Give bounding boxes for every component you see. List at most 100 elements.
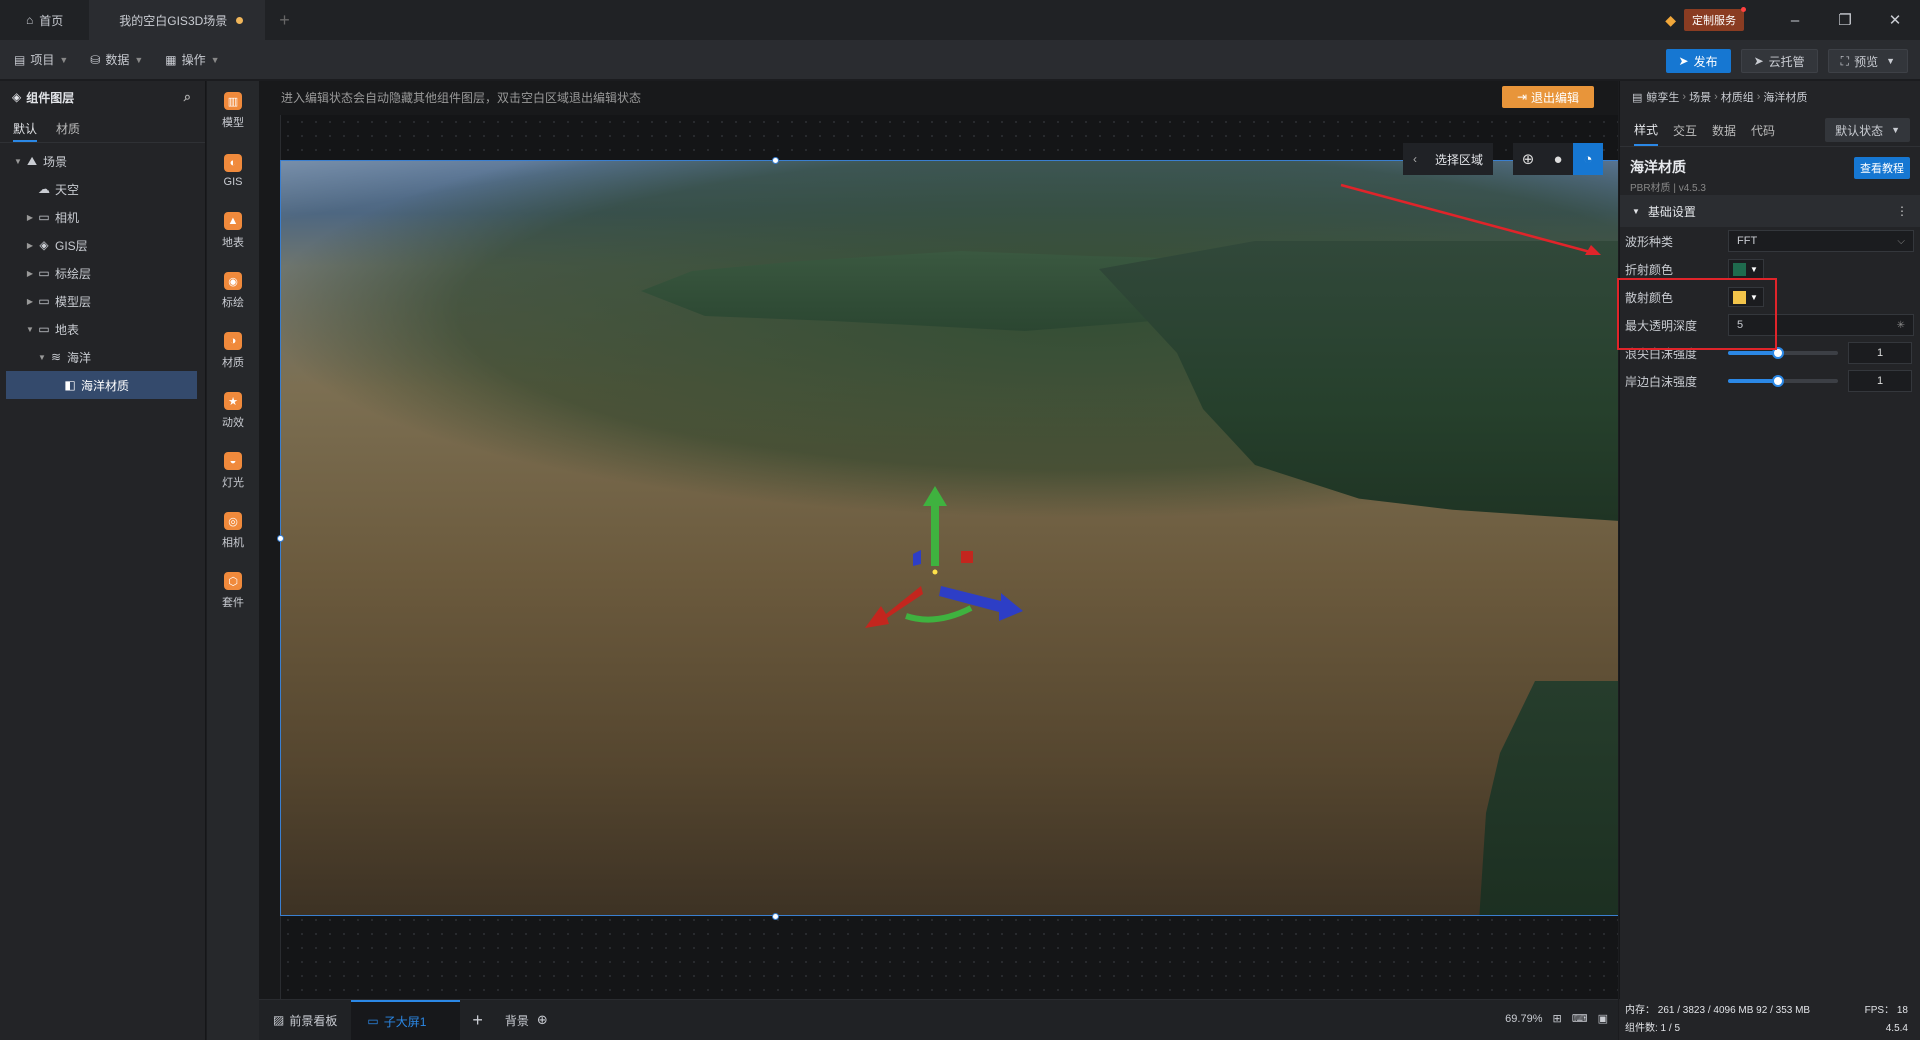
tab-default[interactable]: 默认 bbox=[13, 113, 38, 142]
tool-label: 地表 bbox=[222, 237, 244, 249]
tree-item-label: 相机 bbox=[55, 210, 80, 225]
caret-down-icon[interactable]: ▼ bbox=[24, 325, 36, 334]
mountain-island bbox=[1099, 241, 1618, 521]
editor-canvas[interactable]: 进入编辑状态会自动隐藏其他组件图层，双击空白区域退出编辑状态 ⇥ 退出编辑 ‹ … bbox=[259, 81, 1618, 999]
refraction-color-picker[interactable]: ▼ bbox=[1728, 259, 1764, 279]
color-swatch bbox=[1733, 262, 1746, 276]
tree-item[interactable]: ▶ ▭ 标绘层 bbox=[0, 259, 205, 287]
menu-operation[interactable]: ▦ 操作 ▼ bbox=[151, 51, 227, 68]
tree-item[interactable]: ▼ ≋ 海洋 bbox=[0, 343, 205, 371]
tool-kit[interactable]: ⬡ 套件 bbox=[207, 561, 259, 621]
tab-foreground-board[interactable]: ▨ 前景看板 bbox=[259, 1000, 351, 1040]
tree-item[interactable]: ▶ ◈ GIS层 bbox=[0, 231, 205, 259]
tool-material[interactable]: ◑ 材质 bbox=[207, 321, 259, 381]
tool-model[interactable]: ▥ 模型 bbox=[207, 81, 259, 141]
search-icon[interactable]: ⌕ bbox=[184, 89, 191, 105]
tree-item[interactable]: ▼ ▭ 地表 bbox=[0, 315, 205, 343]
tree-item[interactable]: ▼ ⛰ 场景 bbox=[0, 147, 205, 175]
minimize-icon[interactable]: – bbox=[1770, 12, 1820, 29]
chevron-left-icon[interactable]: ‹ bbox=[1413, 152, 1417, 166]
resize-handle-left[interactable] bbox=[277, 535, 284, 542]
select-area-button[interactable]: ‹ 选择区域 bbox=[1403, 143, 1494, 175]
foam-tip-slider[interactable] bbox=[1728, 347, 1838, 359]
foam-shore-input[interactable]: 1 bbox=[1848, 370, 1912, 392]
transform-gizmo[interactable] bbox=[861, 476, 1041, 646]
cloud-button[interactable]: ➤ 云托管 bbox=[1740, 49, 1818, 73]
exit-edit-button[interactable]: ⇥ 退出编辑 bbox=[1502, 86, 1594, 108]
tab-code[interactable]: 代码 bbox=[1751, 114, 1775, 145]
add-screen-icon[interactable]: + bbox=[472, 1010, 483, 1031]
menu-bar: ▤ 项目 ▼ ⛁ 数据 ▼ ▦ 操作 ▼ ➤ 发布 ➤ 云托管 ⛶ 预览 ▼ bbox=[0, 40, 1920, 80]
custom-service-button[interactable]: ◆ 定制服务 bbox=[1665, 7, 1746, 31]
fullscreen-icon: ⛶ bbox=[1840, 53, 1850, 68]
restore-icon[interactable]: ❐ bbox=[1820, 11, 1870, 29]
tool-label: 套件 bbox=[222, 597, 244, 609]
diamond-icon: ◆ bbox=[1665, 11, 1676, 28]
state-select[interactable]: 默认状态 ▼ bbox=[1825, 118, 1910, 142]
keyboard-icon[interactable]: ⌨ bbox=[1572, 1012, 1588, 1025]
breadcrumb-item[interactable]: 材质组 bbox=[1721, 89, 1754, 105]
tree-item[interactable]: ◧ 海洋材质 bbox=[6, 371, 197, 399]
tree-item[interactable]: ▶ ▭ 相机 bbox=[0, 203, 205, 231]
close-icon[interactable]: ✕ bbox=[1870, 11, 1920, 29]
caret-right-icon[interactable]: ▶ bbox=[24, 213, 36, 222]
more-icon[interactable]: ⋮ bbox=[1896, 204, 1908, 218]
tab-home[interactable]: ⌂ 首页 bbox=[0, 0, 89, 40]
new-tab-icon[interactable]: + bbox=[279, 10, 290, 31]
caret-right-icon[interactable]: ▶ bbox=[24, 297, 36, 306]
sphere-icon[interactable]: ● bbox=[1543, 143, 1573, 175]
terminal-icon[interactable]: ▣ bbox=[1598, 1012, 1608, 1025]
zoom-level[interactable]: 69.79% bbox=[1505, 1013, 1542, 1025]
view-controls: ‹ 选择区域 ⊕ ● ◔ bbox=[1403, 143, 1604, 175]
tool-light[interactable]: ◒ 灯光 bbox=[207, 441, 259, 501]
star-icon: ★ bbox=[224, 392, 242, 410]
caret-right-icon[interactable]: ▶ bbox=[24, 269, 36, 278]
tutorial-button[interactable]: 查看教程 bbox=[1854, 157, 1910, 179]
tab-background[interactable]: 背景 ⊕ bbox=[491, 1000, 562, 1040]
light-icon: ◒ bbox=[224, 452, 242, 470]
resize-handle-top[interactable] bbox=[772, 157, 779, 164]
breadcrumb-item[interactable]: 鲸孪生 bbox=[1646, 89, 1679, 105]
wave-type-select[interactable]: FFT ⌵ bbox=[1728, 230, 1914, 252]
fit-screen-icon[interactable]: ⊞ bbox=[1552, 1012, 1561, 1025]
menu-project[interactable]: ▤ 项目 ▼ bbox=[0, 51, 76, 68]
tool-terrain[interactable]: ▲ 地表 bbox=[207, 201, 259, 261]
tool-star[interactable]: ★ 动效 bbox=[207, 381, 259, 441]
tab-material[interactable]: 材质 bbox=[56, 113, 80, 142]
tree-item[interactable]: ▶ ▭ 模型层 bbox=[0, 287, 205, 315]
preview-button[interactable]: ⛶ 预览 ▼ bbox=[1827, 49, 1908, 73]
tab-sub-screen[interactable]: ▭ 子大屏1 bbox=[351, 999, 461, 1040]
version-stat: 4.5.4 bbox=[1885, 1023, 1908, 1034]
add-circle-icon[interactable]: ⊕ bbox=[537, 1012, 548, 1028]
tab-data[interactable]: 数据 bbox=[1712, 114, 1736, 145]
tab-project[interactable]: 我的空白GIS3D场景 bbox=[89, 0, 266, 40]
slider-knob[interactable] bbox=[1771, 375, 1784, 387]
layer-panel: ◈ 组件图层 ⌕ 默认 材质 ▼ ⛰ 场景 ☁ 天空 ▶ ▭ 相机 ▶ ◈ GIS层 ▶ ▭ 标绘层 ▶ ▭ 模… bbox=[0, 81, 206, 1040]
section-basic-settings[interactable]: ▼ 基础设置 ⋮ bbox=[1620, 195, 1920, 227]
globe-icon[interactable]: ⊕ bbox=[1513, 143, 1543, 175]
breadcrumb: ▤ 鲸孪生 › 场景 › 材质组 › 海洋材质 bbox=[1632, 89, 1808, 105]
database-icon: ⛁ bbox=[90, 52, 101, 67]
folder-icon: ▭ bbox=[38, 210, 50, 224]
breadcrumb-item[interactable]: 场景 bbox=[1689, 89, 1711, 105]
foam-shore-slider[interactable] bbox=[1728, 375, 1838, 387]
publish-button[interactable]: ➤ 发布 bbox=[1665, 49, 1731, 73]
tab-style[interactable]: 样式 bbox=[1634, 113, 1659, 146]
pin-icon: ◉ bbox=[224, 272, 242, 290]
tool-camera[interactable]: ◎ 相机 bbox=[207, 501, 259, 561]
status-stats: 内存： 261 / 3823 / 4096 MB 92 / 353 MB FPS… bbox=[1619, 999, 1920, 1040]
tool-pin[interactable]: ◉ 标绘 bbox=[207, 261, 259, 321]
orbit-icon[interactable]: ◔ bbox=[1573, 143, 1604, 175]
screen-tabs-bar: ▨ 前景看板 ▭ 子大屏1 + 背景 ⊕ 69.79% ⊞ ⌨ ▣ bbox=[259, 999, 1618, 1040]
tab-interaction[interactable]: 交互 bbox=[1673, 114, 1697, 145]
tree-item[interactable]: ☁ 天空 bbox=[0, 175, 205, 203]
caret-right-icon[interactable]: ▶ bbox=[24, 241, 36, 250]
menu-data[interactable]: ⛁ 数据 ▼ bbox=[76, 51, 151, 68]
resize-handle-bottom[interactable] bbox=[772, 913, 779, 920]
memory-stat: 内存： 261 / 3823 / 4096 MB 92 / 353 MB bbox=[1625, 1005, 1811, 1016]
tool-label: 相机 bbox=[222, 537, 244, 549]
foam-tip-input[interactable]: 1 bbox=[1848, 342, 1912, 364]
tool-globe[interactable]: ◐ GIS bbox=[207, 141, 259, 201]
caret-down-icon[interactable]: ▼ bbox=[12, 157, 24, 166]
caret-down-icon[interactable]: ▼ bbox=[36, 353, 48, 362]
